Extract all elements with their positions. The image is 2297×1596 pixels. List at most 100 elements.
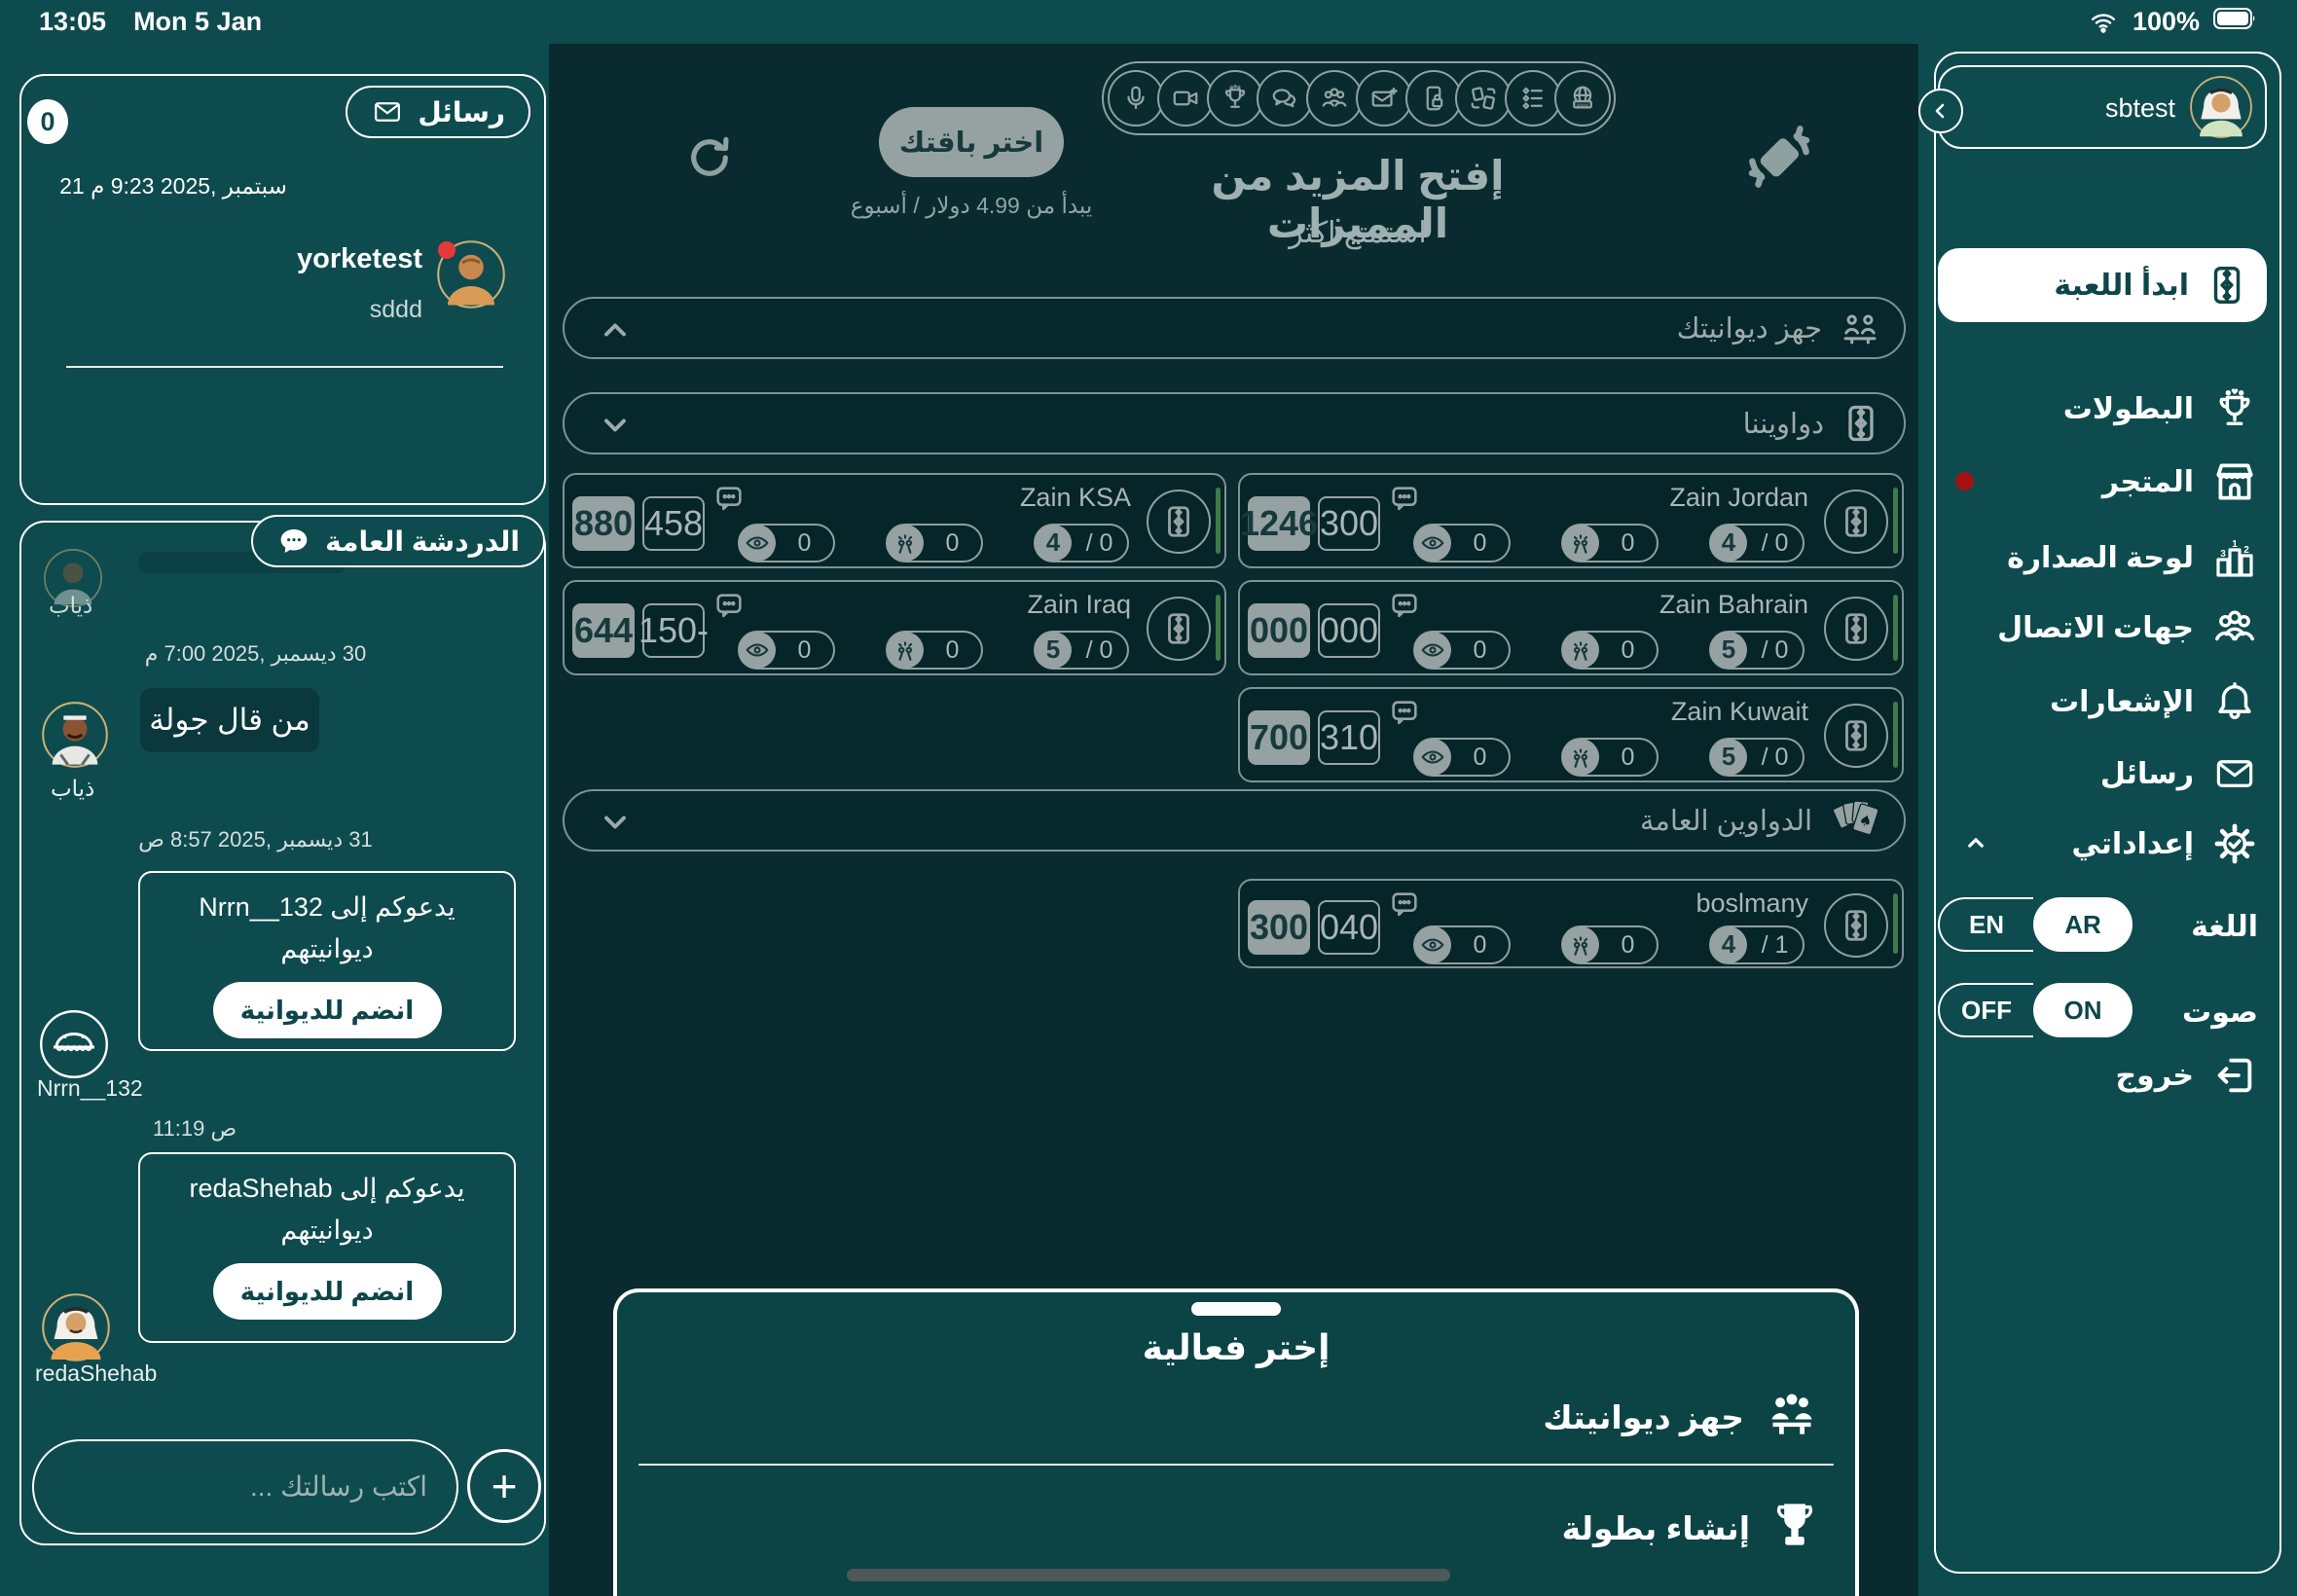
chat-icon xyxy=(1257,70,1313,127)
sidebar-item-store[interactable]: المتجر xyxy=(1936,451,2279,513)
cheers-pill: 0 xyxy=(886,524,983,562)
join-diwaniya-button[interactable]: انضم للديوانية xyxy=(213,1263,442,1320)
chat-message: من قال جولة xyxy=(140,688,319,752)
room-card-zain-bahrain[interactable]: 000 000 0 0 5/ 0 Zain Bahrain xyxy=(1238,580,1904,675)
drag-handle[interactable] xyxy=(1191,1302,1281,1316)
refresh-icon[interactable] xyxy=(684,132,735,183)
chat-date: 30 ديسمبر ,2025 7:00 م xyxy=(136,641,375,667)
sidebar-item-tournaments[interactable]: البطولات xyxy=(1936,378,2279,440)
eye-icon xyxy=(1414,525,1451,562)
section-label: الدواوين العامة xyxy=(1640,804,1812,838)
language-en-option[interactable]: EN xyxy=(1938,897,2033,952)
sidebar-item-notifications[interactable]: الإشعارات xyxy=(1936,671,2279,733)
diwan-emblem-icon[interactable] xyxy=(1147,597,1211,661)
room-card-zain-jordan[interactable]: 1246 300 0 0 4/ 0 Zain Jordan xyxy=(1238,473,1904,568)
sidebar-item-start-game[interactable]: ابدأ اللعبة xyxy=(1938,248,2267,322)
room-card-boslmany[interactable]: 300 040 0 0 4/ 1 boslmany xyxy=(1238,879,1904,968)
message-preview[interactable]: sddd xyxy=(370,296,422,324)
room-chat-icon[interactable] xyxy=(712,483,746,516)
opponent-score: 310 xyxy=(1318,710,1380,765)
trophy-icon xyxy=(2209,385,2260,432)
room-card-zain-ksa[interactable]: 880 458 0 0 4/ 0 Zain KSA xyxy=(563,473,1226,568)
mail-icon xyxy=(371,97,404,127)
capacity-badge: 5 xyxy=(1710,739,1747,776)
choose-package-button[interactable]: اختر باقتك xyxy=(879,107,1064,177)
room-chat-icon[interactable] xyxy=(712,590,746,623)
watchers-pill: 0 xyxy=(1413,925,1511,964)
capacity-badge: 5 xyxy=(1035,632,1072,669)
online-indicator xyxy=(1893,893,1898,954)
choose-activity-modal: إختر فعالية جهز ديوانيتك إنشاء بطولة xyxy=(613,1288,1859,1596)
high-five-icon xyxy=(887,632,924,669)
friends-icon xyxy=(1306,70,1363,127)
section-public-diwans[interactable]: الدواوين العامة ♠ xyxy=(563,789,1906,852)
diwan-emblem-icon[interactable] xyxy=(1824,704,1888,768)
watchers-pill: 0 xyxy=(738,631,835,670)
diwan-emblem-icon[interactable] xyxy=(1824,597,1888,661)
settings-collapse-chevron[interactable] xyxy=(1961,828,1990,857)
avatar[interactable] xyxy=(41,701,109,769)
language-toggle[interactable]: EN AR xyxy=(1938,897,2133,952)
diwan-emblem-icon[interactable] xyxy=(1824,893,1888,958)
team-score: 1246 xyxy=(1248,496,1310,551)
room-chat-icon[interactable] xyxy=(1388,697,1421,730)
date: Mon 5 Jan xyxy=(133,7,262,37)
watchers-pill: 0 xyxy=(738,524,835,562)
avatar[interactable] xyxy=(41,1292,111,1362)
chevron-down-icon xyxy=(598,408,633,443)
option-label: جهز ديوانيتك xyxy=(1543,1398,1744,1436)
avatar[interactable] xyxy=(2189,75,2253,144)
status-bar: 13:05 Mon 5 Jan 100% xyxy=(0,0,2297,44)
score-list-icon xyxy=(1505,70,1561,127)
language-ar-option[interactable]: AR xyxy=(2033,897,2133,952)
sound-on-option[interactable]: ON xyxy=(2033,983,2133,1037)
avatar[interactable] xyxy=(39,1009,109,1079)
option-label: إنشاء بطولة xyxy=(1562,1509,1750,1547)
globe-www-icon: WWW xyxy=(1554,70,1611,127)
chat-message-input[interactable] xyxy=(32,1439,458,1535)
rotate-device-icon[interactable] xyxy=(1741,119,1817,195)
cheers-pill: 0 xyxy=(1561,738,1659,777)
room-name: boslmany xyxy=(1695,889,1808,919)
sender-name[interactable]: yorketest xyxy=(297,243,422,275)
cards-fan-icon: ♠ xyxy=(1828,795,1882,846)
option-create-tournament[interactable]: إنشاء بطولة xyxy=(1562,1497,1820,1559)
cheers-pill: 0 xyxy=(1561,925,1659,964)
add-attachment-button[interactable]: + xyxy=(467,1449,541,1523)
podium-icon: 123 xyxy=(2209,534,2260,581)
diwan-emblem-icon[interactable] xyxy=(1147,490,1211,554)
home-indicator[interactable] xyxy=(847,1569,1450,1581)
sidebar-item-contacts[interactable]: جهات الاتصال xyxy=(1936,597,2279,659)
sidebar-item-messages[interactable]: رسائل xyxy=(1936,743,2279,805)
sound-off-option[interactable]: OFF xyxy=(1938,983,2033,1037)
clock: 13:05 xyxy=(39,7,106,37)
option-prepare-diwaniya[interactable]: جهز ديوانيتك xyxy=(1543,1388,1820,1446)
chat-user-name: redaShehab xyxy=(35,1360,157,1387)
room-chat-icon[interactable] xyxy=(1388,483,1421,516)
team-score: 644 xyxy=(572,603,635,658)
messages-header[interactable]: رسائل xyxy=(346,86,530,138)
room-name: Zain Bahrain xyxy=(1659,590,1808,620)
section-prepare-diwaniya[interactable]: جهز ديوانيتك xyxy=(563,297,1906,359)
team-score: 700 xyxy=(1248,710,1310,765)
join-diwaniya-button[interactable]: انضم للديوانية xyxy=(213,982,442,1038)
diwan-emblem-icon[interactable] xyxy=(1824,490,1888,554)
high-five-icon xyxy=(1562,739,1599,776)
watchers-pill: 0 xyxy=(1413,524,1511,562)
high-five-icon xyxy=(887,525,924,562)
invite-line1: يدعوكم إلى redaShehab xyxy=(140,1174,514,1204)
sidebar-item-leaderboard[interactable]: لوحة الصدارة 123 xyxy=(1936,526,2279,589)
chat-header[interactable]: الدردشة العامة xyxy=(251,515,545,567)
room-card-zain-kuwait[interactable]: 700 310 0 0 5/ 0 Zain Kuwait xyxy=(1238,687,1904,782)
room-chat-icon[interactable] xyxy=(1388,590,1421,623)
collapse-sidebar-button[interactable] xyxy=(1918,89,1963,133)
online-indicator xyxy=(1216,488,1221,554)
sidebar-item-logout[interactable]: خروج xyxy=(1936,1044,2279,1106)
chat-user-name: Nrrn__132 xyxy=(37,1075,143,1102)
room-card-zain-iraq[interactable]: 644 150- 0 0 5/ 0 Zain Iraq xyxy=(563,580,1226,675)
svg-text:3: 3 xyxy=(2220,549,2226,560)
room-chat-icon[interactable] xyxy=(1388,889,1421,922)
profile-card[interactable]: sbtest xyxy=(1938,65,2267,149)
section-our-diwans[interactable]: دواويننا xyxy=(563,392,1906,454)
sound-toggle[interactable]: OFF ON xyxy=(1938,983,2133,1037)
